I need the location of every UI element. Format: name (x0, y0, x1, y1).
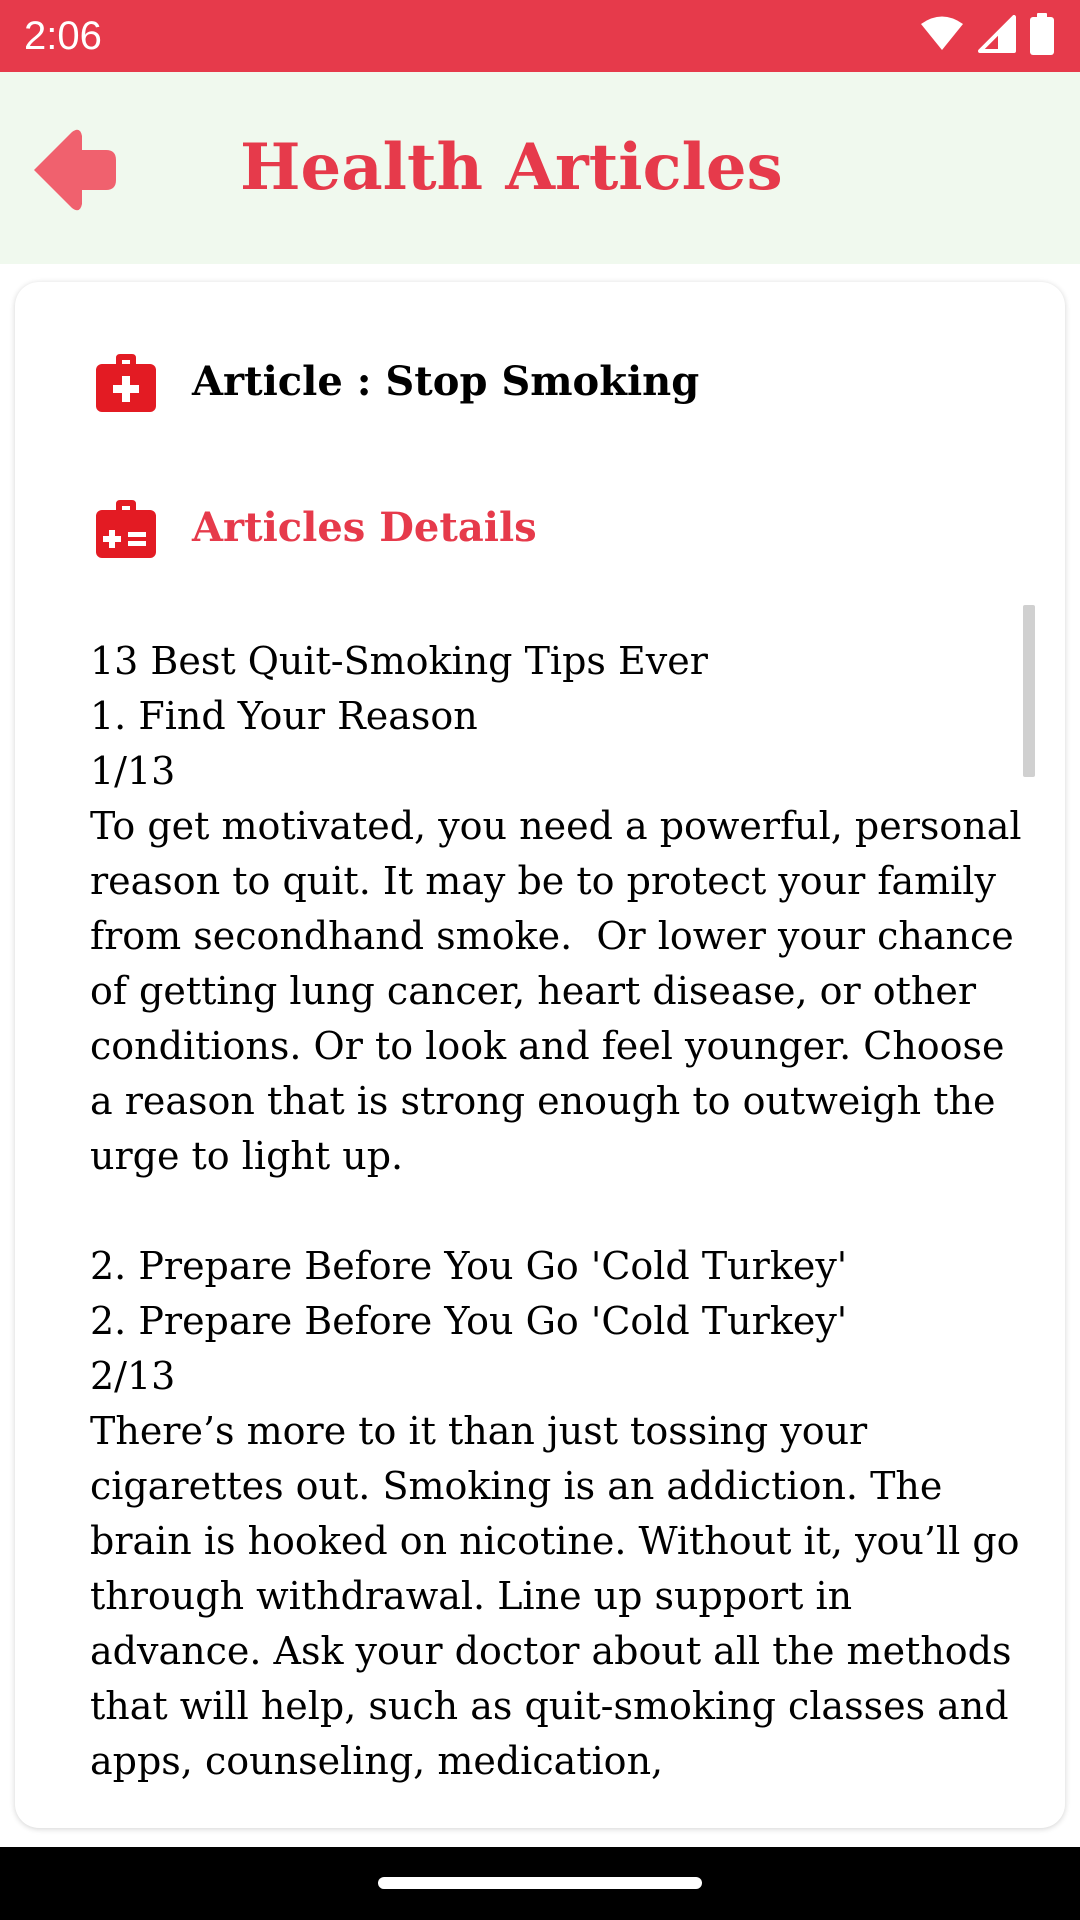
article-body-text: 13 Best Quit-Smoking Tips Ever 1. Find Y… (90, 639, 1022, 1783)
home-handle[interactable] (378, 1877, 702, 1889)
wifi-icon (920, 16, 964, 56)
page-title: Health Articles (240, 130, 783, 205)
details-label: Articles Details (192, 504, 537, 551)
status-bar: 2:06 (0, 0, 1080, 72)
battery-icon (1030, 13, 1054, 59)
scrollbar-thumb[interactable] (1023, 605, 1035, 777)
signal-icon (978, 15, 1016, 57)
article-body[interactable]: 13 Best Quit-Smoking Tips Ever 1. Find Y… (90, 634, 1030, 1804)
status-icons (920, 13, 1054, 59)
medical-kit-icon (96, 500, 156, 558)
navigation-bar (0, 1847, 1080, 1920)
status-time: 2:06 (24, 14, 102, 58)
article-title: Article : Stop Smoking (192, 358, 700, 405)
app-header: Health Articles (0, 72, 1080, 264)
first-aid-kit-icon (96, 354, 156, 412)
back-button[interactable] (28, 124, 120, 216)
article-card: Article : Stop Smoking Articles Details … (15, 282, 1065, 1828)
back-arrow-icon (34, 129, 116, 211)
